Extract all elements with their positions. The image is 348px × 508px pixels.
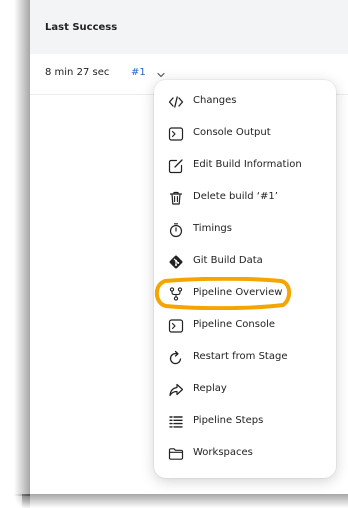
menu-item-label: Timings [193, 223, 232, 234]
menu-item-git-build-data[interactable]: Git Build Data [162, 247, 328, 277]
stopwatch-icon [168, 222, 184, 238]
chevron-down-icon[interactable] [155, 66, 167, 78]
trash-icon [168, 190, 184, 206]
menu-item-edit-build-information[interactable]: Edit Build Information [162, 151, 328, 181]
menu-item-pipeline-console[interactable]: Pipeline Console [162, 311, 328, 341]
menu-item-label: Replay [193, 383, 227, 394]
replay-icon [168, 382, 184, 398]
menu-item-label: Workspaces [193, 447, 253, 458]
menu-item-pipeline-steps[interactable]: Pipeline Steps [162, 407, 328, 437]
menu-item-workspaces[interactable]: Workspaces [162, 439, 328, 469]
restart-icon [168, 350, 184, 366]
last-success-duration: 8 min 27 sec [45, 67, 110, 78]
menu-item-replay[interactable]: Replay [162, 375, 328, 405]
menu-item-label: Restart from Stage [193, 351, 288, 362]
window-shadow-bottom [22, 494, 348, 508]
menu-item-changes[interactable]: Changes [162, 87, 328, 117]
fork-icon [168, 286, 184, 302]
menu-item-timings[interactable]: Timings [162, 215, 328, 245]
menu-item-label: Edit Build Information [193, 159, 302, 170]
code-icon [168, 94, 184, 110]
table-header: Last Success [30, 0, 348, 54]
menu-item-label: Changes [193, 95, 237, 106]
menu-item-label: Pipeline Overview [193, 287, 283, 298]
menu-item-console-output[interactable]: Console Output [162, 119, 328, 149]
build-context-menu: Changes Console Output Edit Build Inform… [154, 80, 336, 478]
folder-icon [168, 446, 184, 462]
list-icon [168, 414, 184, 430]
menu-item-restart-from-stage[interactable]: Restart from Stage [162, 343, 328, 373]
git-icon [168, 254, 184, 270]
menu-item-delete-build[interactable]: Delete build ‘#1’ [162, 183, 328, 213]
column-header-last-success: Last Success [45, 22, 118, 33]
menu-item-label: Git Build Data [193, 255, 263, 266]
build-link[interactable]: #1 [131, 67, 146, 78]
edit-icon [168, 158, 184, 174]
terminal-icon [168, 126, 184, 142]
menu-item-label: Console Output [193, 127, 271, 138]
menu-item-pipeline-overview[interactable]: Pipeline Overview [162, 279, 328, 309]
window-shadow-left [14, 0, 30, 496]
menu-item-label: Delete build ‘#1’ [193, 191, 278, 202]
menu-item-label: Pipeline Steps [193, 415, 264, 426]
terminal-icon [168, 318, 184, 334]
window-shadow-corner [14, 494, 30, 508]
menu-item-label: Pipeline Console [193, 319, 276, 330]
